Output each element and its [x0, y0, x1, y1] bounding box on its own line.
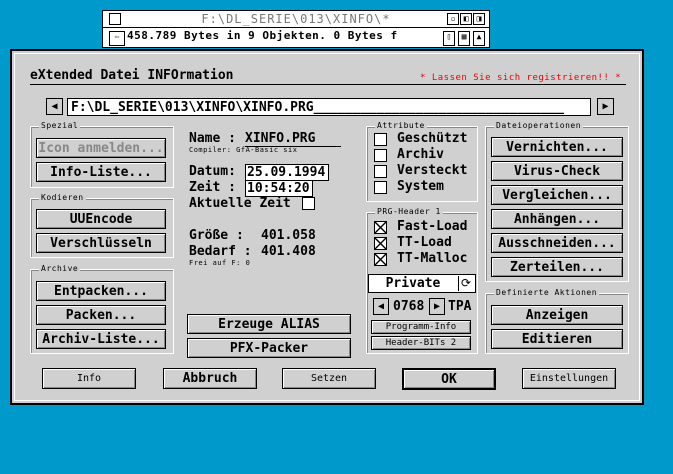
- einstellungen-button[interactable]: Einstellungen: [522, 368, 616, 389]
- tt-load-label: TT-Load: [397, 235, 452, 250]
- title-divider: [30, 84, 626, 85]
- packen-button[interactable]: Packen...: [36, 305, 166, 325]
- tpa-value: 0768: [393, 299, 425, 314]
- zerteilen-button[interactable]: Zerteilen...: [491, 257, 623, 277]
- cycle-icon[interactable]: ⟳: [458, 276, 473, 291]
- header-bits-button[interactable]: Header-BITs 2: [371, 336, 471, 350]
- ok-button[interactable]: OK: [402, 368, 496, 390]
- grid-icon[interactable]: ▦: [458, 31, 470, 46]
- memory-mode-select[interactable]: Private ⟳: [368, 274, 476, 293]
- erzeuge-alias-button[interactable]: Erzeuge ALIAS: [187, 314, 351, 334]
- vernichten-button[interactable]: Vernichten...: [491, 137, 623, 157]
- anzeigen-button[interactable]: Anzeigen: [491, 305, 623, 325]
- bedarf-label: Bedarf :: [189, 244, 252, 259]
- versteckt-checkbox[interactable]: [374, 165, 387, 178]
- attribute-label: Attribute: [375, 121, 427, 130]
- backdrop-icon[interactable]: ◧: [460, 13, 472, 25]
- frei-label: Frei auf F: 0: [189, 259, 251, 267]
- definierte-aktionen-label: Definierte Aktionen: [494, 288, 600, 297]
- programm-info-button[interactable]: Programm-Info: [371, 320, 471, 334]
- vergleichen-button[interactable]: Vergleichen...: [491, 185, 623, 205]
- register-notice: * Lassen Sie sich registrieren!! *: [420, 73, 622, 83]
- iconify-icon[interactable]: ▫: [447, 13, 459, 25]
- system-label: System: [397, 179, 444, 194]
- name-value: XINFO.PRG: [245, 131, 316, 146]
- background-window-info: 458.789 Bytes in 9 Objekten. 0 Bytes f: [127, 29, 398, 42]
- entpacken-button[interactable]: Entpacken...: [36, 281, 166, 301]
- groesse-value: 401.058: [261, 228, 316, 243]
- path-value: F:\DL_SERIE\013\XINFO\XINFO.PRG: [71, 100, 314, 115]
- prg-header-label: PRG-Header 1: [375, 207, 443, 216]
- editieren-button[interactable]: Editieren: [491, 329, 623, 349]
- tpa-decrease-icon[interactable]: ◀: [373, 298, 389, 315]
- datum-value: 25.09.1994: [247, 165, 326, 180]
- dateioperationen-label: Dateioperationen: [494, 121, 584, 130]
- tt-malloc-checkbox[interactable]: [374, 253, 387, 266]
- path-field[interactable]: F:\DL_SERIE\013\XINFO\XINFO.PRG_________…: [67, 98, 591, 116]
- tpa-label: TPA: [448, 299, 472, 314]
- path-left-arrow-icon[interactable]: ◀: [46, 98, 63, 115]
- fullsize-icon[interactable]: ◨: [473, 13, 485, 25]
- virus-check-button[interactable]: Virus-Check: [491, 161, 623, 181]
- ausschneiden-button[interactable]: Ausschneiden...: [491, 233, 623, 253]
- verschluesseln-button[interactable]: Verschlüsseln: [36, 233, 166, 253]
- scroll-left-icon[interactable]: ⇦: [109, 31, 125, 46]
- archiv-checkbox[interactable]: [374, 149, 387, 162]
- background-window: F:\DL_SERIE\013\XINFO\* ▫ ◧ ◨ ⇦ 458.789 …: [102, 10, 490, 48]
- archive-label: Archive: [39, 264, 81, 273]
- fast-load-label: Fast-Load: [397, 219, 468, 234]
- fast-load-checkbox[interactable]: [374, 221, 387, 234]
- scroll-up-icon[interactable]: ▲: [473, 31, 485, 46]
- path-fill: ________________________________: [313, 100, 565, 115]
- name-label: Name :: [189, 131, 236, 146]
- name-field[interactable]: XINFO.PRG: [245, 131, 341, 147]
- uuencode-button[interactable]: UUEncode: [36, 209, 166, 229]
- datum-label: Datum:: [189, 164, 236, 179]
- spezial-label: Spezial: [39, 121, 81, 130]
- anhaengen-button[interactable]: Anhängen...: [491, 209, 623, 229]
- info-liste-button[interactable]: Info-Liste...: [36, 162, 166, 182]
- compiler-label: Compiler: GfA-Basic six: [189, 146, 298, 154]
- dialog-title: eXtended Datei INFOrmation: [30, 68, 234, 83]
- zeit-label: Zeit :: [189, 180, 236, 195]
- info-button[interactable]: Info: [42, 368, 136, 389]
- bedarf-value: 401.408: [261, 244, 316, 259]
- kodieren-label: Kodieren: [39, 193, 86, 202]
- geschuetzt-label: Geschützt: [397, 131, 468, 146]
- icon-anmelden-button[interactable]: Icon anmelden...: [36, 138, 166, 158]
- pfx-packer-button[interactable]: PFX-Packer: [187, 338, 351, 358]
- groesse-label: Größe :: [189, 228, 244, 243]
- tpa-increase-icon[interactable]: ▶: [429, 298, 445, 315]
- abbruch-button[interactable]: Abbruch: [163, 368, 257, 389]
- background-window-titlebar[interactable]: F:\DL_SERIE\013\XINFO\* ▫ ◧ ◨: [103, 11, 489, 28]
- zeit-value: 10:54:20: [247, 181, 310, 196]
- zeit-field[interactable]: 10:54:20: [245, 180, 313, 197]
- geschuetzt-checkbox[interactable]: [374, 133, 387, 146]
- aktuelle-zeit-label: Aktuelle Zeit: [189, 196, 291, 211]
- memory-mode-value: Private: [385, 276, 441, 291]
- background-window-title: F:\DL_SERIE\013\XINFO\*: [201, 12, 391, 26]
- system-checkbox[interactable]: [374, 181, 387, 194]
- path-right-arrow-icon[interactable]: ▶: [597, 98, 614, 115]
- tt-malloc-label: TT-Malloc: [397, 251, 468, 266]
- setzen-button[interactable]: Setzen: [282, 368, 376, 389]
- aktuelle-zeit-checkbox[interactable]: [302, 197, 315, 210]
- datum-field[interactable]: 25.09.1994: [245, 164, 329, 181]
- tt-load-checkbox[interactable]: [374, 237, 387, 250]
- versteckt-label: Versteckt: [397, 163, 468, 178]
- scroll-right-icon[interactable]: ▯: [443, 31, 455, 46]
- archiv-label: Archiv: [397, 147, 444, 162]
- archiv-liste-button[interactable]: Archiv-Liste...: [36, 329, 166, 349]
